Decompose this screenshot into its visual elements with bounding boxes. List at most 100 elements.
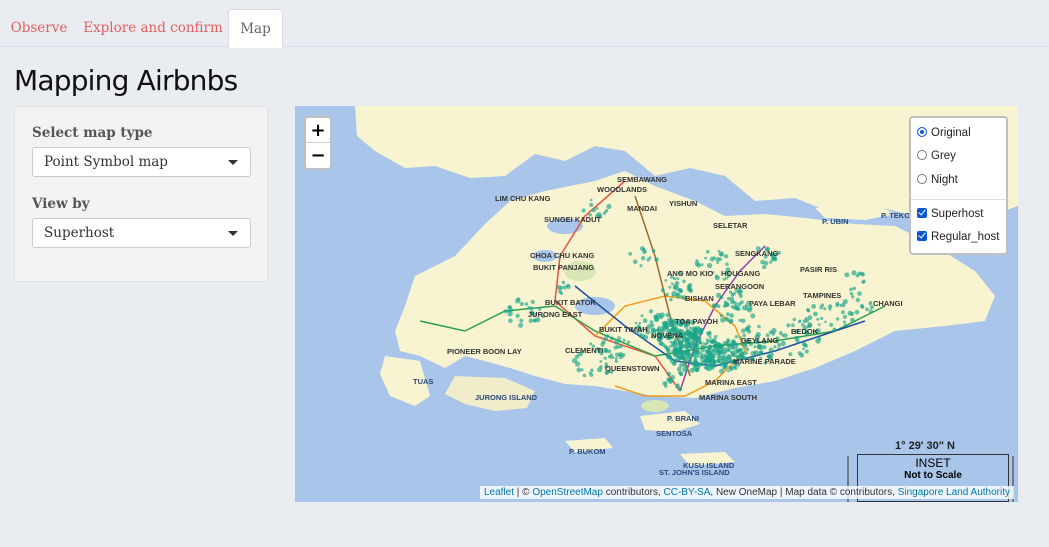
checkbox-checked-icon[interactable]	[917, 208, 927, 218]
airbnb-point[interactable]	[640, 314, 644, 318]
airbnb-point[interactable]	[734, 335, 738, 339]
airbnb-point[interactable]	[855, 297, 860, 303]
airbnb-point[interactable]	[660, 288, 665, 293]
airbnb-point[interactable]	[515, 313, 520, 318]
airbnb-point[interactable]	[669, 344, 673, 348]
airbnb-point[interactable]	[676, 366, 682, 372]
airbnb-point[interactable]	[678, 371, 682, 375]
airbnb-point[interactable]	[687, 354, 693, 360]
osm-link[interactable]: OpenStreetMap	[532, 487, 603, 498]
tab-observe[interactable]: Observe	[0, 9, 78, 47]
airbnb-point[interactable]	[707, 262, 713, 269]
airbnb-point[interactable]	[642, 318, 648, 324]
airbnb-point[interactable]	[709, 336, 712, 339]
airbnb-point[interactable]	[817, 323, 821, 326]
airbnb-point[interactable]	[719, 314, 723, 318]
airbnb-point[interactable]	[561, 280, 566, 285]
airbnb-point[interactable]	[678, 288, 683, 293]
airbnb-point[interactable]	[854, 309, 860, 315]
airbnb-point[interactable]	[667, 317, 672, 323]
airbnb-point[interactable]	[602, 211, 607, 215]
airbnb-point[interactable]	[713, 362, 717, 366]
airbnb-point[interactable]	[687, 282, 693, 288]
airbnb-point[interactable]	[621, 352, 626, 357]
airbnb-point[interactable]	[723, 254, 729, 259]
airbnb-point[interactable]	[662, 381, 667, 386]
sla-link[interactable]: Singapore Land Authority	[898, 487, 1010, 498]
airbnb-point[interactable]	[835, 317, 840, 321]
airbnb-point[interactable]	[566, 284, 571, 289]
airbnb-point[interactable]	[582, 373, 587, 378]
airbnb-point[interactable]	[654, 315, 660, 321]
airbnb-point[interactable]	[849, 287, 853, 292]
airbnb-point[interactable]	[716, 261, 719, 265]
airbnb-point[interactable]	[654, 257, 659, 262]
airbnb-point[interactable]	[675, 342, 679, 345]
tab-explore-confirm[interactable]: Explore and confirm	[80, 9, 226, 47]
airbnb-point[interactable]	[696, 354, 700, 358]
airbnb-point[interactable]	[614, 352, 620, 357]
airbnb-point[interactable]	[827, 304, 833, 309]
airbnb-point[interactable]	[682, 367, 688, 373]
airbnb-point[interactable]	[706, 332, 712, 337]
airbnb-point[interactable]	[849, 292, 854, 296]
airbnb-point[interactable]	[708, 344, 713, 349]
airbnb-point[interactable]	[714, 274, 719, 278]
airbnb-point[interactable]	[757, 324, 761, 329]
airbnb-point[interactable]	[868, 309, 873, 314]
airbnb-point[interactable]	[642, 249, 647, 254]
airbnb-point[interactable]	[668, 354, 672, 358]
airbnb-point[interactable]	[664, 345, 669, 350]
airbnb-point[interactable]	[841, 302, 846, 308]
airbnb-point[interactable]	[829, 322, 834, 327]
airbnb-point[interactable]	[850, 317, 855, 323]
airbnb-point[interactable]	[732, 292, 736, 296]
airbnb-point[interactable]	[667, 377, 671, 381]
airbnb-point[interactable]	[694, 358, 697, 362]
airbnb-point[interactable]	[518, 322, 524, 328]
airbnb-point[interactable]	[641, 334, 646, 338]
radio-unchecked-icon[interactable]	[917, 174, 927, 184]
airbnb-point[interactable]	[851, 270, 857, 276]
airbnb-point[interactable]	[700, 347, 706, 353]
radio-checked-icon[interactable]	[917, 127, 927, 137]
airbnb-point[interactable]	[811, 304, 816, 309]
airbnb-point[interactable]	[679, 363, 684, 368]
license-link[interactable]: CC-BY-SA	[664, 487, 711, 498]
radio-unchecked-icon[interactable]	[917, 150, 927, 160]
airbnb-point[interactable]	[813, 311, 818, 317]
zoom-out-button[interactable]: −	[306, 143, 330, 168]
airbnb-point[interactable]	[700, 359, 705, 364]
airbnb-point[interactable]	[665, 292, 669, 297]
airbnb-point[interactable]	[591, 207, 596, 213]
airbnb-point[interactable]	[759, 350, 764, 356]
airbnb-point[interactable]	[716, 304, 721, 309]
airbnb-point[interactable]	[672, 284, 677, 288]
airbnb-point[interactable]	[865, 307, 869, 312]
airbnb-point[interactable]	[815, 338, 821, 344]
airbnb-point[interactable]	[731, 340, 736, 346]
airbnb-point[interactable]	[725, 341, 729, 345]
airbnb-point[interactable]	[697, 326, 701, 330]
airbnb-point[interactable]	[704, 256, 707, 260]
airbnb-point[interactable]	[589, 342, 593, 346]
airbnb-point[interactable]	[692, 346, 696, 350]
airbnb-point[interactable]	[741, 318, 746, 324]
airbnb-point[interactable]	[571, 357, 578, 364]
airbnb-point[interactable]	[639, 334, 642, 338]
airbnb-point[interactable]	[671, 361, 677, 366]
airbnb-point[interactable]	[658, 341, 663, 346]
airbnb-point[interactable]	[688, 359, 692, 364]
basemap-grey[interactable]: Grey	[917, 148, 956, 164]
airbnb-point[interactable]	[833, 328, 837, 332]
map-canvas[interactable]: SEMBAWANG WOODLANDS MANDAI YISHUN LIM CHU KA…	[295, 106, 1018, 502]
airbnb-point[interactable]	[703, 365, 708, 370]
airbnb-point[interactable]	[634, 321, 638, 325]
basemap-night[interactable]: Night	[917, 172, 958, 188]
airbnb-point[interactable]	[781, 334, 785, 337]
airbnb-point[interactable]	[780, 340, 786, 347]
airbnb-point[interactable]	[738, 293, 743, 298]
airbnb-point[interactable]	[689, 340, 695, 347]
airbnb-point[interactable]	[614, 359, 618, 363]
airbnb-point[interactable]	[860, 305, 865, 309]
